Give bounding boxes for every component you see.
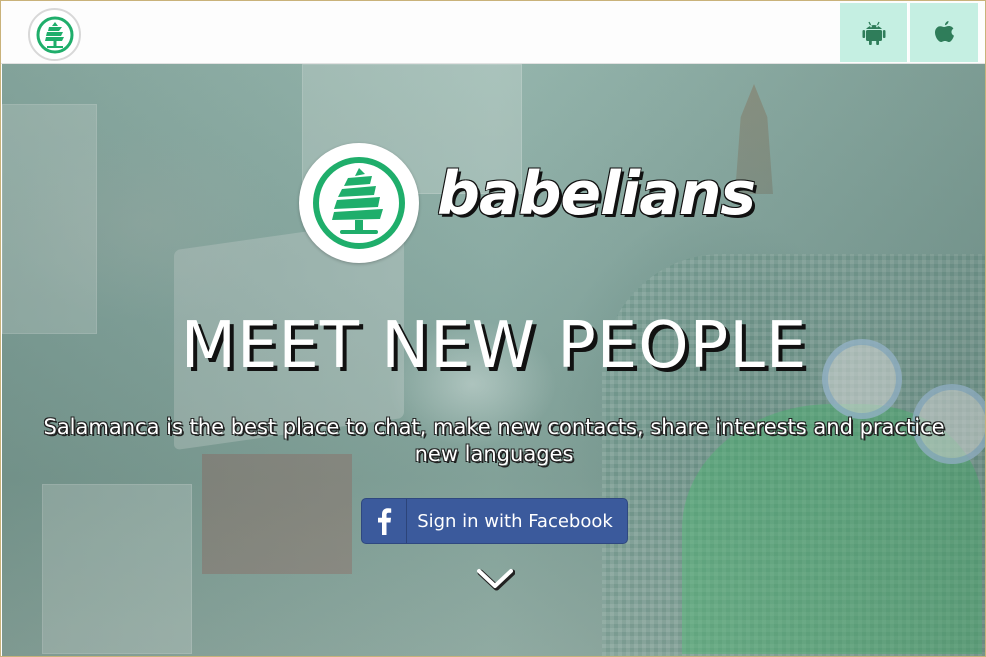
hero-headline: MEET NEW PEOPLE — [180, 309, 808, 383]
home-logo-link[interactable] — [28, 8, 81, 61]
brand-logo — [299, 143, 419, 263]
android-store-button[interactable] — [840, 3, 908, 62]
apple-icon — [935, 20, 954, 42]
brand-name: babelians — [437, 159, 756, 229]
chevron-down-icon — [477, 569, 515, 591]
tree-logo-icon — [313, 157, 405, 249]
facebook-signin-button[interactable]: Sign in with Facebook — [361, 498, 628, 544]
page-frame: babelians MEET NEW PEOPLE Salamanca is t… — [0, 0, 986, 657]
scroll-down-button[interactable] — [475, 563, 515, 593]
android-icon — [862, 21, 885, 45]
facebook-icon — [362, 499, 407, 543]
top-bar — [1, 1, 985, 64]
tree-logo-icon — [36, 16, 73, 53]
facebook-signin-label: Sign in with Facebook — [417, 510, 613, 532]
hero-subtitle: Salamanca is the best place to chat, mak… — [43, 415, 945, 466]
apple-store-button[interactable] — [910, 3, 978, 62]
